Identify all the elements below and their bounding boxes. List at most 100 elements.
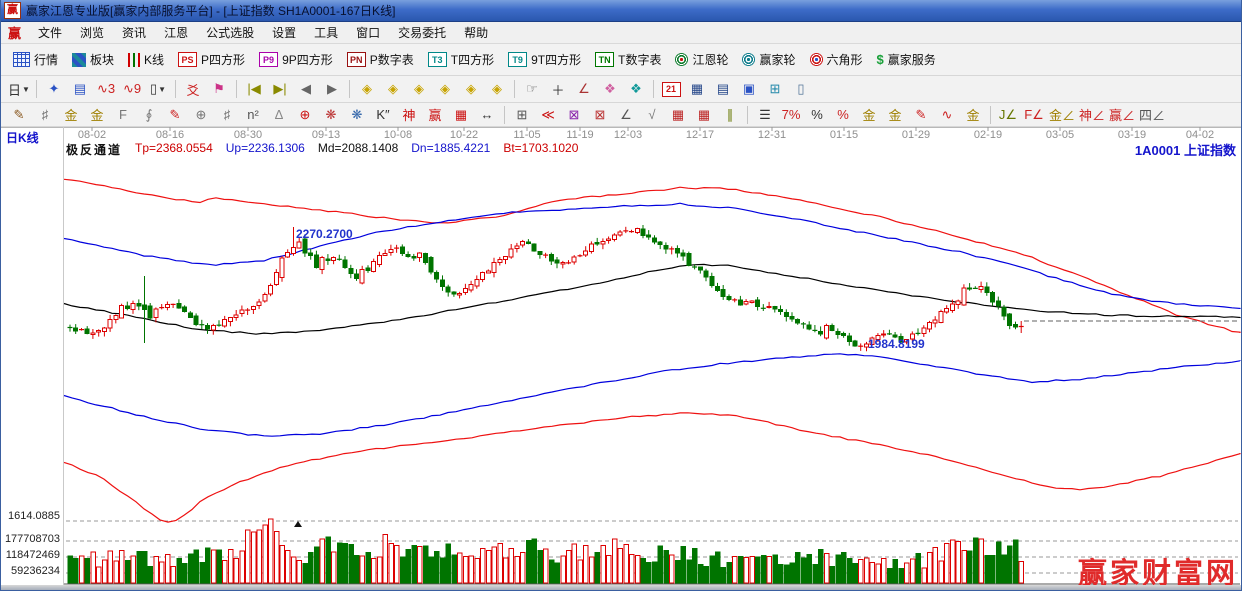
export-button[interactable]: ⊞ (762, 79, 788, 100)
gold-ring-button[interactable]: 金 (856, 104, 882, 125)
gann-target-button[interactable]: ⊕ (292, 104, 318, 125)
gold-angle-button[interactable]: 金∠ (1047, 104, 1077, 125)
clock-circle-button[interactable]: ⊕ (188, 104, 214, 125)
gann-wheel-button[interactable]: 江恩轮 (668, 47, 735, 73)
grid-red-1-button[interactable]: ▦ (665, 104, 691, 125)
hexagon-button[interactable]: 六角形 (803, 47, 870, 73)
f-grid-button[interactable]: F (110, 104, 136, 125)
menu-item-0[interactable]: 文件 (29, 22, 71, 43)
seven-percent-button[interactable]: 7% (778, 104, 804, 125)
net-grid-button[interactable]: ✦ (41, 79, 67, 100)
note-pad-button[interactable]: ▤ (710, 79, 736, 100)
first-page-button[interactable]: |◀ (241, 79, 267, 100)
gold-stack-button[interactable]: 金 (960, 104, 986, 125)
period-day-button[interactable]: 日 ▼ (6, 79, 32, 100)
sectors-button[interactable]: 板块 (65, 47, 121, 73)
crosshair-button[interactable]: ＋ (545, 79, 571, 100)
winner-wheel-button[interactable]: 赢家轮 (735, 47, 802, 73)
device-button[interactable]: ▯ (788, 79, 814, 100)
gold-grid-2-button[interactable]: 金 (84, 104, 110, 125)
p-number-table-button[interactable]: PN P数字表 (340, 47, 421, 73)
ying-angle-button[interactable]: 赢∠ (1107, 104, 1137, 125)
web-pink-icon: ❖ (604, 81, 616, 96)
triangle-ruler-button[interactable]: ∆ (266, 104, 292, 125)
9p-square-button[interactable]: P9 9P四方形 (252, 47, 340, 73)
menu-item-9[interactable]: 帮助 (455, 22, 497, 43)
wave-band-button[interactable]: ∿ (934, 104, 960, 125)
t-number-table-button[interactable]: TN T数字表 (588, 47, 668, 73)
pencil-button[interactable]: ✎ (6, 104, 32, 125)
tick-grid-2-button[interactable]: ♯ (214, 104, 240, 125)
color-flag-button[interactable]: ⚑ (206, 79, 232, 100)
web-teal-button[interactable]: ❖ (623, 79, 649, 100)
9t-square-button[interactable]: T9 9T四方形 (501, 47, 588, 73)
app-icon: 赢 (4, 2, 21, 19)
winner-service-button[interactable]: $ 赢家服务 (870, 47, 943, 73)
candle-style-button[interactable]: ▯ ▼ (145, 79, 171, 100)
percent-button[interactable]: % (804, 104, 830, 125)
web-red-button[interactable]: ❋ (318, 104, 344, 125)
diamond-reset-button[interactable]: ◈ (484, 79, 510, 100)
box-measure-button[interactable]: ⊞ (509, 104, 535, 125)
menu-item-4[interactable]: 公式选股 (197, 22, 263, 43)
slash-lines-button[interactable]: ∥ (717, 104, 743, 125)
web-pink-button[interactable]: ❖ (597, 79, 623, 100)
diamond-expand-v-button[interactable]: ◈ (458, 79, 484, 100)
fan-box-2-button[interactable]: ⊠ (587, 104, 613, 125)
k-prime-button[interactable]: K″ (370, 104, 396, 125)
n-square-button[interactable]: n² (240, 104, 266, 125)
j-angle-button[interactable]: J∠ (995, 104, 1021, 125)
angle-lines-button[interactable]: ∠ (613, 104, 639, 125)
notebook-button[interactable]: ▤ (67, 79, 93, 100)
pattern-x-button[interactable]: 爻 (180, 79, 206, 100)
kline-button[interactable]: K线 (121, 47, 171, 73)
gold-grid-1-button[interactable]: 金 (58, 104, 84, 125)
menu-item-3[interactable]: 江恩 (155, 22, 197, 43)
web-boxed-button[interactable]: ❋ (344, 104, 370, 125)
diamond-right-button[interactable]: ◈ (380, 79, 406, 100)
menu-item-6[interactable]: 工具 (305, 22, 347, 43)
percent-list-button[interactable]: ☰ (752, 104, 778, 125)
diamond-expand-h-button[interactable]: ◈ (406, 79, 432, 100)
f-angle-button[interactable]: F∠ (1021, 104, 1047, 125)
hand-drag-button[interactable]: ☞ (519, 79, 545, 100)
menu-item-1[interactable]: 浏览 (71, 22, 113, 43)
save-button[interactable]: ▣ (736, 79, 762, 100)
diamond-compress-h-button[interactable]: ◈ (432, 79, 458, 100)
menu-item-8[interactable]: 交易委托 (389, 22, 455, 43)
pencil-ruler-button[interactable]: ✎ (162, 104, 188, 125)
wave-9-button[interactable]: ∿9 (119, 79, 145, 100)
toolbar-separator (747, 105, 748, 124)
menu-item-5[interactable]: 设置 (263, 22, 305, 43)
page-prev-button[interactable]: ◀ (293, 79, 319, 100)
shen-grid-button[interactable]: 神 (396, 104, 422, 125)
last-page-button[interactable]: ▶| (267, 79, 293, 100)
menu-item-7[interactable]: 窗口 (347, 22, 389, 43)
ying-grid-button[interactable]: 赢 (422, 104, 448, 125)
spiral-button[interactable]: ∮ (136, 104, 162, 125)
fan-box-1-button[interactable]: ⊠ (561, 104, 587, 125)
calculator-button[interactable]: ▦ (684, 79, 710, 100)
p-square-button[interactable]: PS P四方形 (171, 47, 252, 73)
span-arrows-button[interactable]: ↔ (474, 104, 500, 125)
marker-pen-button[interactable]: ✎ (908, 104, 934, 125)
diamond-left-button[interactable]: ◈ (354, 79, 380, 100)
angle-measure-button[interactable]: ∠ (571, 79, 597, 100)
t-square-button[interactable]: T3 T四方形 (421, 47, 501, 73)
check-lines-button[interactable]: √ (639, 104, 665, 125)
shen-angle-button[interactable]: 神∠ (1077, 104, 1107, 125)
grid-red-2-button[interactable]: ▦ (691, 104, 717, 125)
quotes-button[interactable]: 行情 (6, 47, 65, 73)
grid-123-button[interactable]: ▦ (448, 104, 474, 125)
calendar-21-button[interactable]: 21 (658, 79, 684, 100)
menu-item-2[interactable]: 资讯 (113, 22, 155, 43)
tick-grid-button[interactable]: ♯ (32, 104, 58, 125)
chart-area[interactable] (64, 142, 1240, 585)
four-angle-button[interactable]: 四∠ (1137, 104, 1167, 125)
wave-3-button[interactable]: ∿3 (93, 79, 119, 100)
fan-lines-button[interactable]: ≪ (535, 104, 561, 125)
page-next-button[interactable]: ▶ (319, 79, 345, 100)
gold-bars-button[interactable]: 金 (882, 104, 908, 125)
percent-line-button[interactable]: % (830, 104, 856, 125)
quotes-label: 行情 (34, 53, 59, 67)
